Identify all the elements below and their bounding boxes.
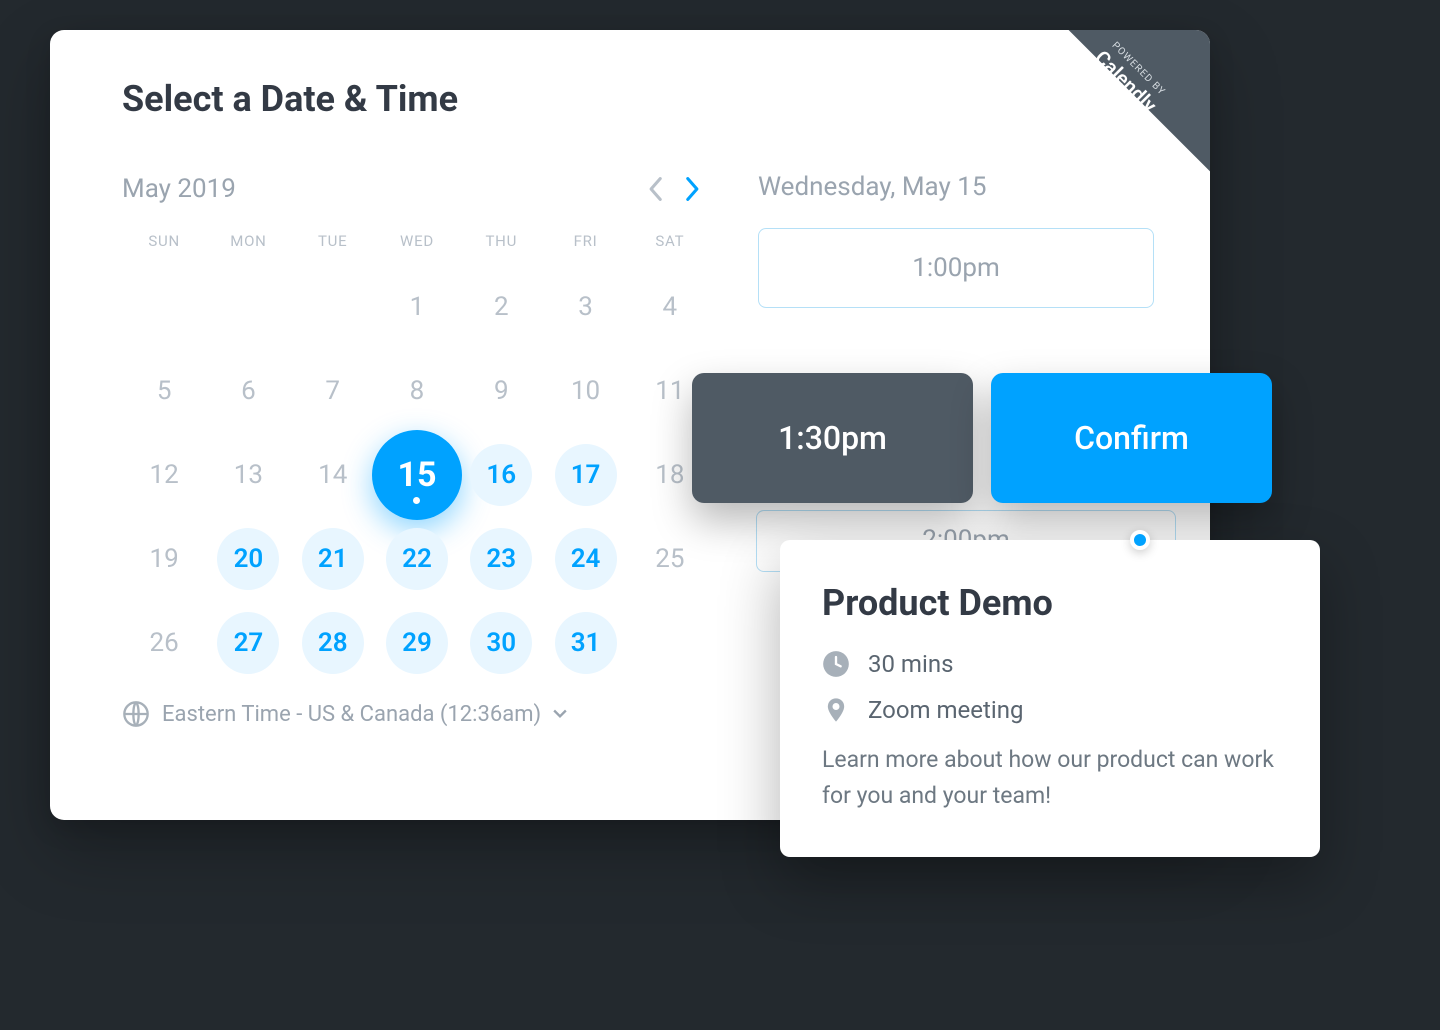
- caret-down-icon: [553, 709, 567, 719]
- calendar-day: 6: [206, 356, 290, 426]
- calendar-day: [122, 272, 206, 342]
- calendar-day: 19: [122, 524, 206, 594]
- calendar-day[interactable]: 16: [459, 440, 543, 510]
- calendar-day: 2: [459, 272, 543, 342]
- calendar-day: [206, 272, 290, 342]
- calendar-day[interactable]: 21: [291, 524, 375, 594]
- calendar: May 2019 SUN MON TUE WED THU FRI SAT: [122, 170, 712, 728]
- calendar-day: 9: [459, 356, 543, 426]
- event-duration: 30 mins: [868, 650, 953, 678]
- calendar-day: [628, 608, 712, 678]
- calendar-day[interactable]: 24: [543, 524, 627, 594]
- calendar-day[interactable]: 30: [459, 608, 543, 678]
- calendar-day[interactable]: 31: [543, 608, 627, 678]
- calendar-day: 8: [375, 356, 459, 426]
- calendar-day: 5: [122, 356, 206, 426]
- calendar-day: [291, 272, 375, 342]
- calendar-day[interactable]: 29: [375, 608, 459, 678]
- chevron-left-icon: [646, 176, 664, 202]
- event-title: Product Demo: [822, 582, 1278, 624]
- chevron-right-icon: [684, 176, 702, 202]
- calendar-day[interactable]: 20: [206, 524, 290, 594]
- powered-by-ribbon: POWERED BY Calendly: [1010, 30, 1210, 230]
- calendar-day: 25: [628, 524, 712, 594]
- globe-icon: [122, 700, 150, 728]
- calendar-day[interactable]: 27: [206, 608, 290, 678]
- event-location-row: Zoom meeting: [822, 696, 1278, 724]
- calendar-day[interactable]: 22: [375, 524, 459, 594]
- selected-time-pill: 1:30pm: [692, 373, 973, 503]
- calendar-day[interactable]: 15: [375, 440, 459, 510]
- timezone-selector[interactable]: Eastern Time - US & Canada (12:36am): [122, 700, 712, 728]
- selected-slot-overlay: 1:30pm Confirm: [692, 373, 1272, 503]
- event-duration-row: 30 mins: [822, 650, 1278, 678]
- anchor-dot-icon: [1130, 530, 1150, 550]
- calendar-day: 26: [122, 608, 206, 678]
- confirm-button[interactable]: Confirm: [991, 373, 1272, 503]
- next-month-button[interactable]: [674, 170, 712, 208]
- calendar-day: 3: [543, 272, 627, 342]
- event-detail-card: Product Demo 30 mins Zoom meeting Learn …: [780, 540, 1320, 857]
- calendar-day: 14: [291, 440, 375, 510]
- time-slot[interactable]: 1:00pm: [758, 228, 1154, 308]
- calendar-day: 13: [206, 440, 290, 510]
- weekday-header: SUN MON TUE WED THU FRI SAT: [122, 232, 712, 250]
- calendar-day: 10: [543, 356, 627, 426]
- location-pin-icon: [822, 696, 850, 724]
- event-description: Learn more about how our product can wor…: [822, 742, 1278, 813]
- calendar-day[interactable]: 28: [291, 608, 375, 678]
- month-label: May 2019: [122, 174, 636, 204]
- calendar-day[interactable]: 23: [459, 524, 543, 594]
- calendar-day: 7: [291, 356, 375, 426]
- prev-month-button[interactable]: [636, 170, 674, 208]
- page-title: Select a Date & Time: [122, 78, 1154, 120]
- clock-icon: [822, 650, 850, 678]
- calendar-day: 12: [122, 440, 206, 510]
- calendar-day[interactable]: 17: [543, 440, 627, 510]
- timezone-label: Eastern Time - US & Canada (12:36am): [162, 702, 541, 727]
- calendar-day: 1: [375, 272, 459, 342]
- calendar-day: 4: [628, 272, 712, 342]
- date-grid: 1234567891011121314151617181920212223242…: [122, 272, 712, 678]
- event-location: Zoom meeting: [868, 696, 1023, 724]
